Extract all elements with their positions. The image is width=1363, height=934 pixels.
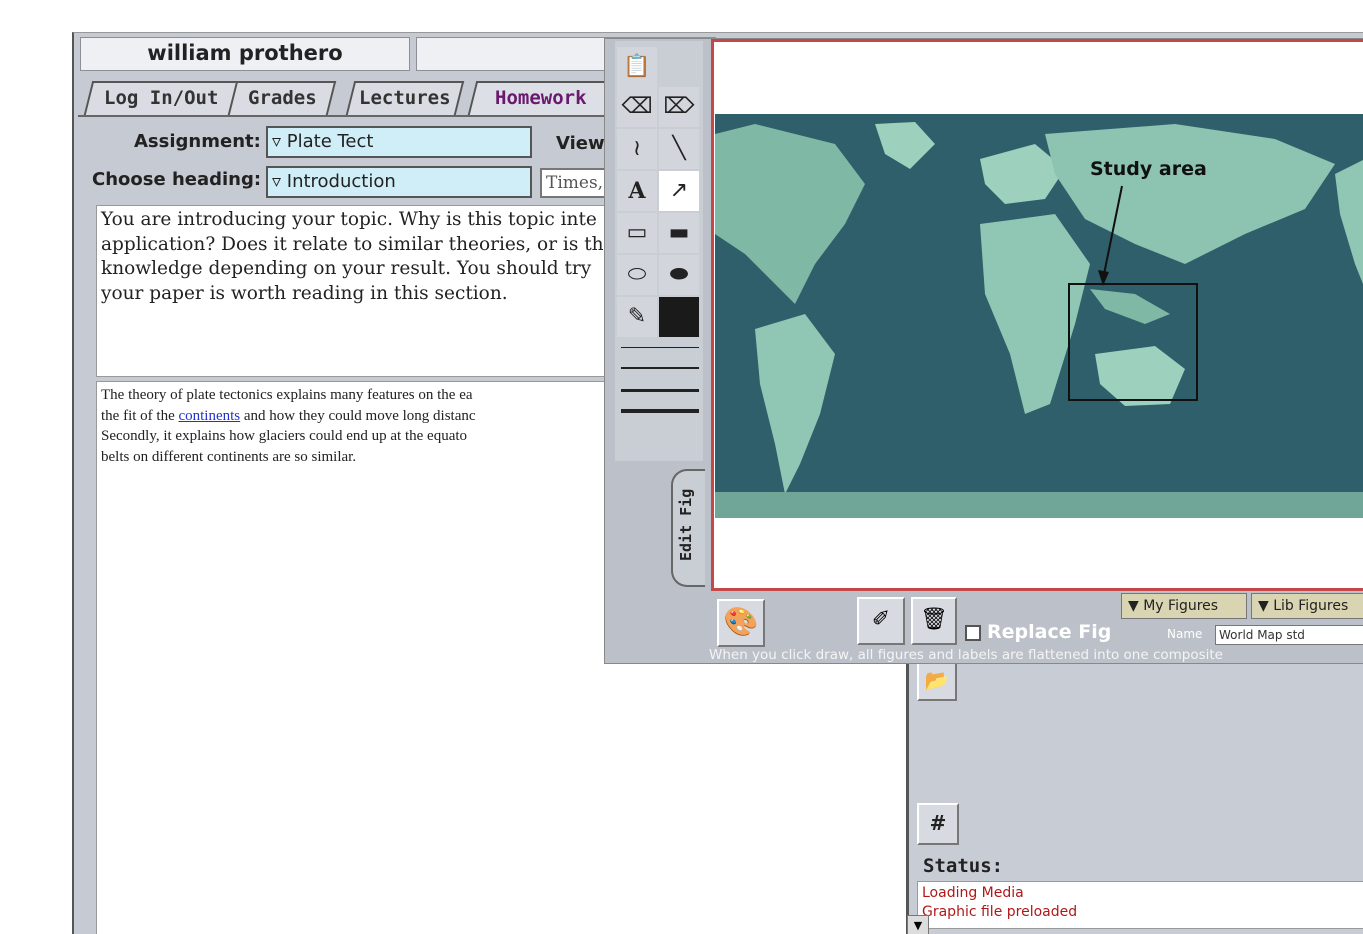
screen: william prothero Plate Te Log In/Out Gra… bbox=[0, 0, 1363, 934]
filled-oval-icon[interactable]: ⬬ bbox=[659, 255, 699, 295]
tab-grades[interactable]: Grades bbox=[227, 81, 337, 115]
view-label: View bbox=[556, 133, 605, 154]
flatten-note: When you click draw, all figures and lab… bbox=[709, 647, 1223, 663]
drawing-toolbar: 📋 ⌫ ⌦ ≀ ╲ A ↗ ▭ ▬ ⬭ ⬬ ✎ bbox=[615, 41, 703, 461]
assignment-label: Assignment: bbox=[134, 131, 261, 152]
tab-label: Log In/Out bbox=[103, 87, 219, 109]
line-width-3[interactable] bbox=[621, 389, 699, 392]
draw-icon[interactable]: ✐ bbox=[857, 597, 905, 645]
user-name-field: william prothero bbox=[80, 37, 410, 71]
edit-fig-label: Edit Fig bbox=[677, 488, 695, 561]
prompt-line: You are introducing your topic. Why is t… bbox=[101, 209, 597, 230]
text-tool-icon[interactable]: A bbox=[617, 171, 657, 211]
eraser-all-icon[interactable]: ⌦ bbox=[659, 87, 699, 127]
figure-editor-window: 📋 ⌫ ⌦ ≀ ╲ A ↗ ▭ ▬ ⬭ ⬬ ✎ Edit Fig Study a… bbox=[604, 38, 1363, 664]
tab-lectures[interactable]: Lectures bbox=[345, 81, 465, 115]
lib-figures-dropdown[interactable]: ▼ Lib Figures bbox=[1251, 593, 1363, 619]
replace-fig-label: Replace Fig bbox=[987, 621, 1112, 643]
filled-rectangle-icon[interactable]: ▬ bbox=[659, 213, 699, 253]
paper-text: and how they could move long distanc bbox=[240, 407, 476, 424]
figure-name-input[interactable]: World Map std bbox=[1215, 625, 1363, 645]
clipboard-icon[interactable]: 📋 bbox=[617, 47, 657, 87]
tab-homework[interactable]: Homework bbox=[467, 81, 615, 115]
line-icon[interactable]: ╲ bbox=[659, 129, 699, 169]
status-line: Loading Media bbox=[922, 885, 1024, 901]
eraser-icon[interactable]: ⌫ bbox=[617, 87, 657, 127]
folder-icon[interactable]: 📂 bbox=[917, 661, 957, 701]
tab-log-in-out[interactable]: Log In/Out bbox=[83, 81, 239, 115]
eyedropper-icon[interactable]: ✎ bbox=[617, 297, 657, 337]
scroll-down-arrow-icon[interactable]: ▼ bbox=[907, 915, 929, 934]
arrow-tool-icon[interactable]: ↗ bbox=[659, 171, 699, 211]
palette-icon[interactable]: 🎨 bbox=[717, 599, 765, 647]
tab-label: Lectures bbox=[359, 87, 451, 109]
tab-label: Grades bbox=[247, 87, 317, 109]
line-width-2[interactable] bbox=[621, 367, 699, 369]
name-label: Name bbox=[1167, 627, 1203, 641]
line-width-1[interactable] bbox=[621, 347, 699, 348]
assignment-dropdown[interactable]: ▿ Plate Tect bbox=[266, 126, 532, 158]
hash-button[interactable]: # bbox=[917, 803, 959, 845]
heading-dropdown[interactable]: ▿ Introduction bbox=[266, 166, 532, 198]
prompt-line: your paper is worth reading in this sect… bbox=[101, 282, 508, 304]
figure-canvas[interactable]: Study area bbox=[711, 39, 1363, 591]
color-swatch[interactable] bbox=[659, 297, 699, 337]
paper-text: the fit of the bbox=[101, 407, 179, 424]
replace-fig-checkbox[interactable] bbox=[965, 625, 981, 641]
trash-icon[interactable]: 🗑 bbox=[911, 597, 957, 645]
prompt-line: application? Does it relate to similar t… bbox=[101, 233, 604, 255]
my-figures-dropdown[interactable]: ▼ My Figures bbox=[1121, 593, 1247, 619]
tab-label: Homework bbox=[495, 87, 587, 109]
heading-label: Choose heading: bbox=[92, 169, 262, 190]
world-map-image bbox=[715, 114, 1363, 518]
status-label: Status: bbox=[923, 855, 1004, 877]
prompt-line: knowledge depending on your result. You … bbox=[101, 258, 592, 279]
map-annotation-label: Study area bbox=[1090, 158, 1207, 180]
oval-icon[interactable]: ⬭ bbox=[617, 255, 657, 295]
freehand-icon[interactable]: ≀ bbox=[617, 129, 657, 169]
status-line: Graphic file preloaded bbox=[922, 904, 1078, 920]
line-width-4[interactable] bbox=[621, 409, 699, 413]
rectangle-icon[interactable]: ▭ bbox=[617, 213, 657, 253]
edit-fig-tab[interactable]: Edit Fig bbox=[671, 469, 705, 587]
continents-link[interactable]: continents bbox=[178, 408, 240, 424]
status-box: Loading Media Graphic file preloaded bbox=[917, 881, 1363, 929]
tab-divider bbox=[78, 115, 678, 117]
prompt-text-area: You are introducing your topic. Why is t… bbox=[96, 205, 626, 377]
media-panel: 📂 # Status: Loading Media Graphic file p… bbox=[906, 633, 1363, 934]
